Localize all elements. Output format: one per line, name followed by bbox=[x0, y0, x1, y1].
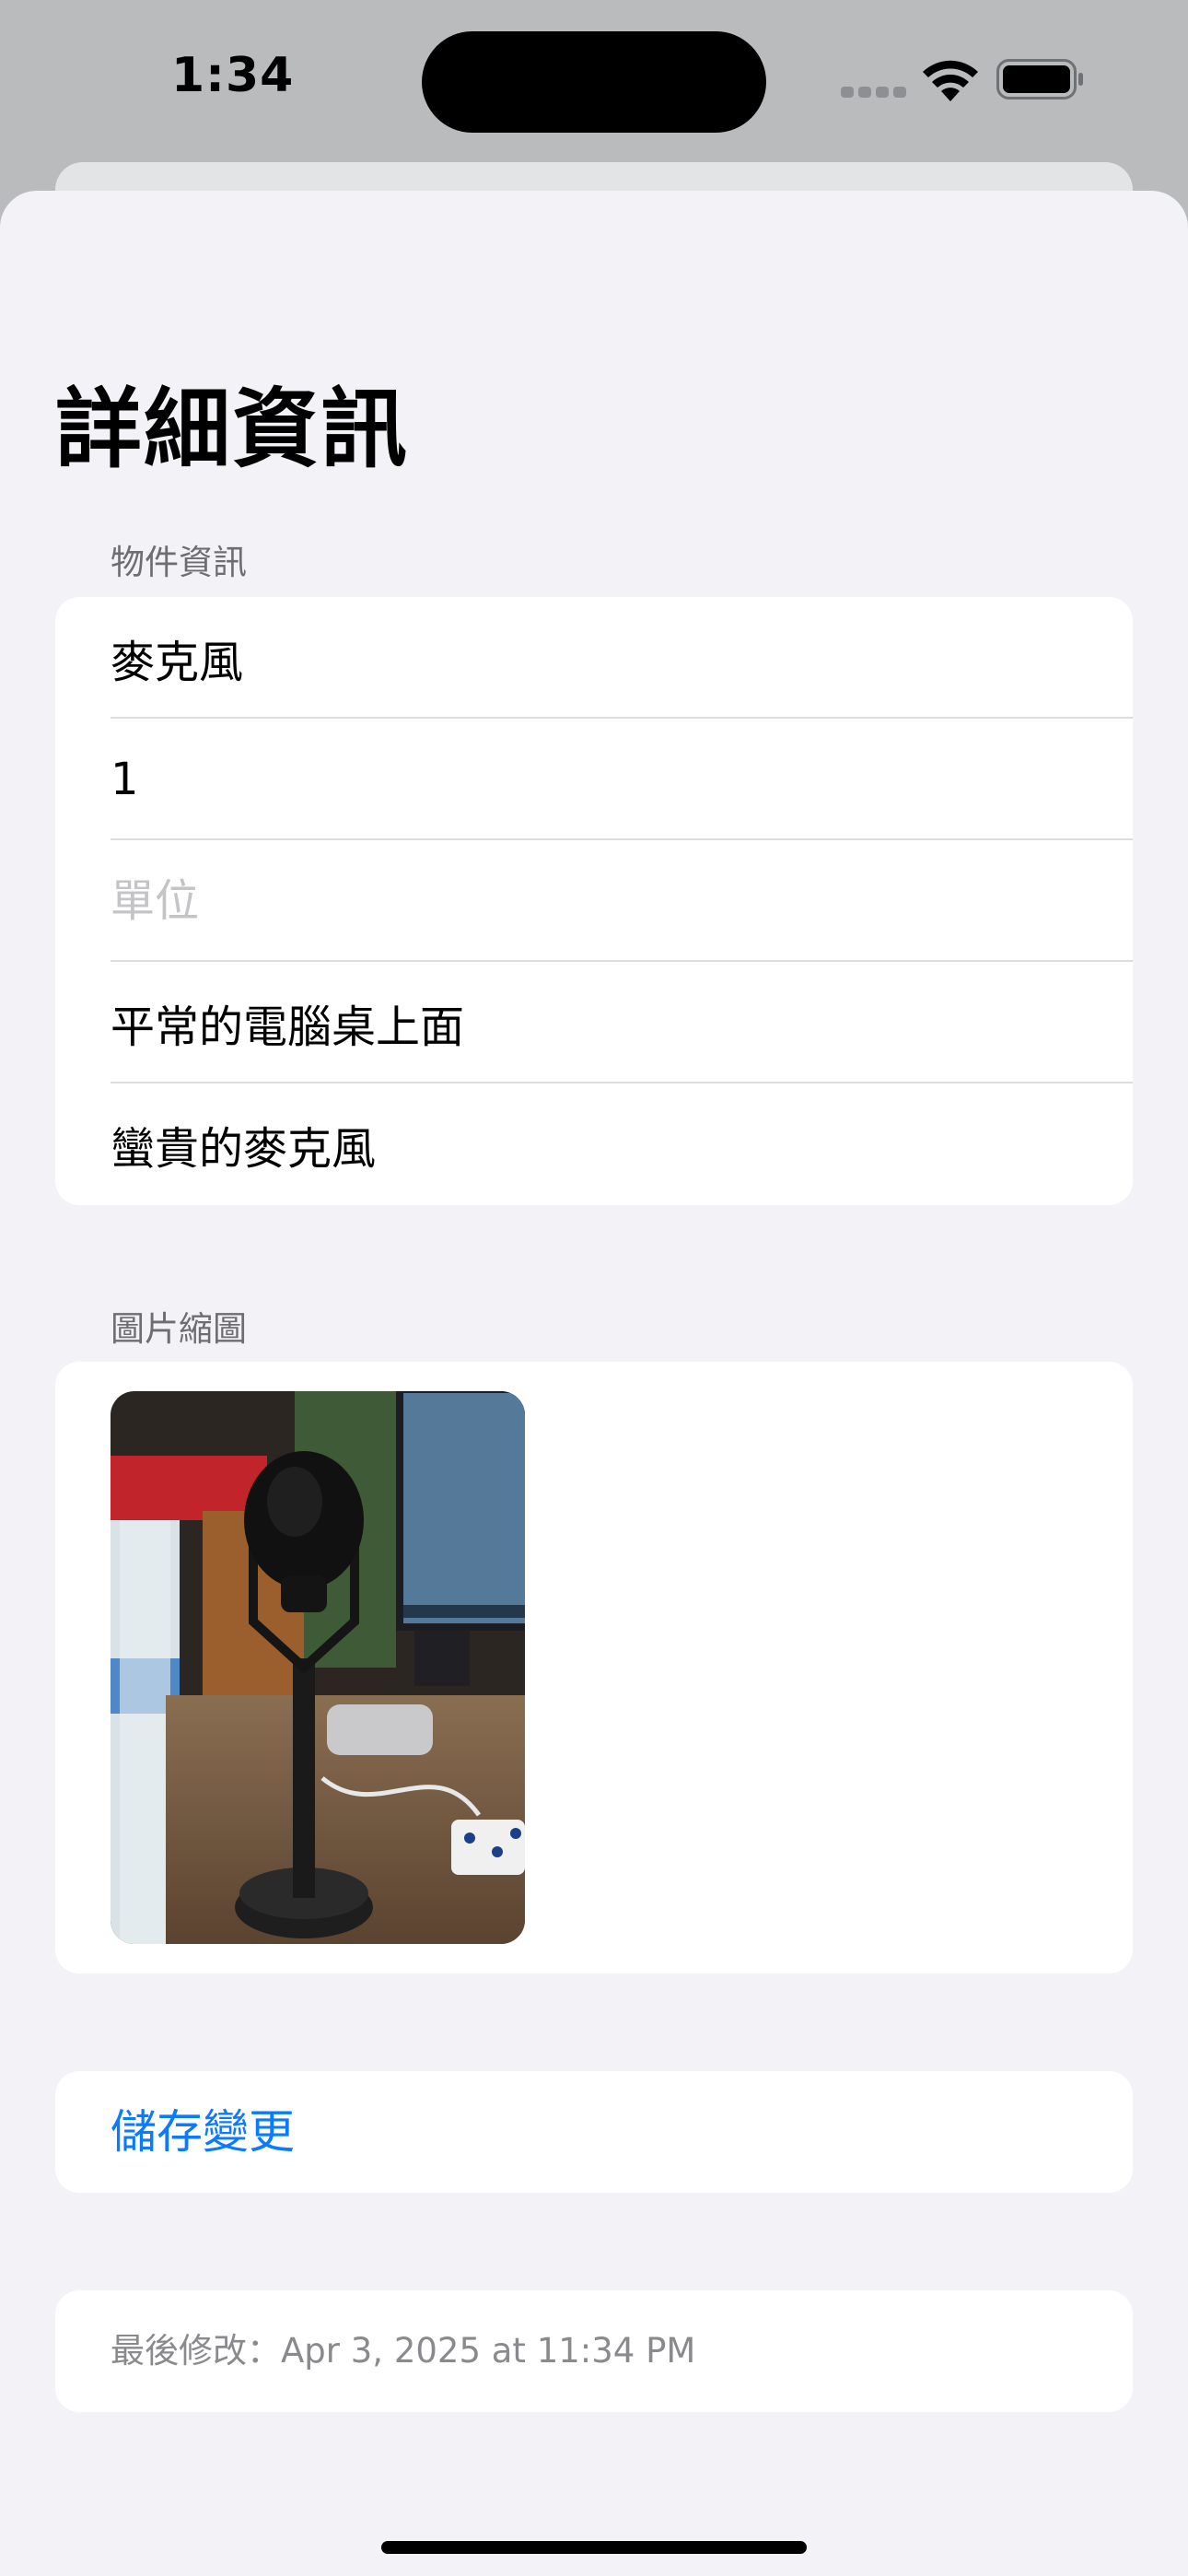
wifi-icon bbox=[923, 60, 978, 101]
save-changes-button[interactable]: 儲存變更 bbox=[111, 2071, 295, 2193]
home-indicator[interactable] bbox=[381, 2541, 807, 2554]
thumbnail-section-header: 圖片縮圖 bbox=[111, 1309, 247, 1349]
last-modified-group: 最後修改：Apr 3, 2025 at 11:34 PM bbox=[55, 2290, 1133, 2412]
quantity-field[interactable] bbox=[111, 719, 1077, 839]
note-row bbox=[55, 1083, 1133, 1205]
microphone-photo-thumbnail[interactable] bbox=[111, 1391, 525, 1944]
save-group: 儲存變更 bbox=[55, 2071, 1133, 2193]
status-bar: 1:34 bbox=[0, 0, 1188, 166]
item-info-group bbox=[55, 597, 1133, 1205]
thumbnail-group bbox=[55, 1362, 1133, 1973]
location-field[interactable] bbox=[111, 962, 1077, 1083]
location-row bbox=[55, 962, 1133, 1083]
unit-row bbox=[55, 840, 1133, 962]
status-time: 1:34 bbox=[171, 48, 295, 103]
cellular-signal-icon bbox=[841, 87, 906, 100]
last-modified-text: 最後修改：Apr 3, 2025 at 11:34 PM bbox=[111, 2331, 696, 2371]
quantity-row bbox=[55, 719, 1133, 840]
unit-field[interactable] bbox=[111, 840, 1077, 961]
name-field[interactable] bbox=[111, 597, 1077, 718]
dynamic-island bbox=[422, 31, 766, 133]
item-info-section-header: 物件資訊 bbox=[111, 543, 247, 582]
note-field[interactable] bbox=[111, 1083, 1077, 1204]
page-title: 詳細資訊 bbox=[55, 380, 410, 480]
battery-icon bbox=[996, 59, 1083, 100]
name-row bbox=[55, 597, 1133, 719]
microphone-photo bbox=[111, 1391, 525, 1944]
